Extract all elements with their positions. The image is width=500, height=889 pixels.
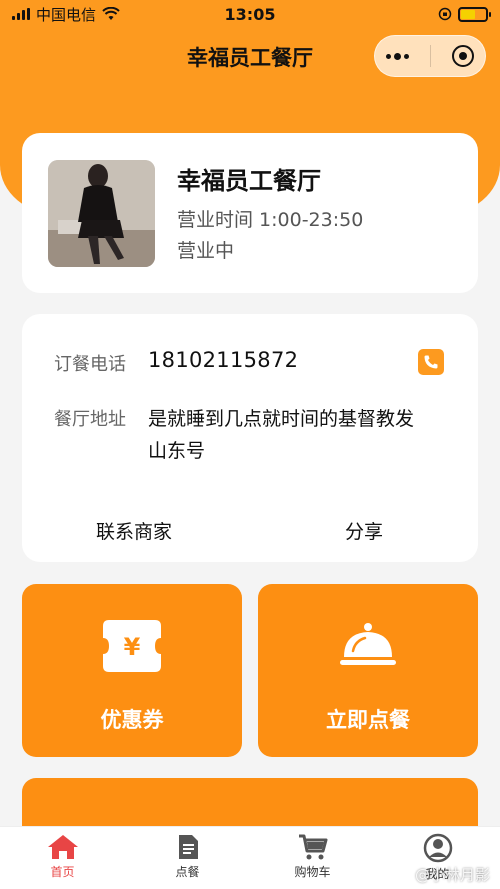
- address-label: 餐厅地址: [54, 409, 126, 430]
- capsule-divider: [429, 45, 431, 67]
- cart-icon: [298, 834, 327, 860]
- status-left: 中国电信: [12, 4, 120, 25]
- tab-cart[interactable]: 购物车: [250, 827, 375, 889]
- mini-program-capsule: [374, 35, 486, 77]
- share-button[interactable]: 分享: [345, 517, 383, 544]
- tab-home[interactable]: 首页: [0, 827, 125, 889]
- info-card: 订餐电话 18102115872 餐厅地址 是就睡到几点就时间的基督教发山东号 …: [22, 314, 478, 562]
- coupon-icon: ¥: [101, 616, 163, 676]
- tab-order[interactable]: 点餐: [125, 827, 250, 889]
- orientation-lock-icon: [438, 7, 452, 21]
- watermark: @小林月影: [414, 866, 490, 884]
- phone-icon: [424, 355, 438, 369]
- store-hours: 营业时间 1:00-23:50: [177, 209, 364, 231]
- tab-order-label: 点餐: [175, 865, 200, 879]
- status-bar: 中国电信 13:05: [0, 0, 500, 28]
- coupon-label: 优惠券: [100, 708, 164, 732]
- wifi-icon: [102, 7, 120, 20]
- order-now-label: 立即点餐: [326, 708, 410, 732]
- phone-label: 订餐电话: [54, 354, 126, 375]
- order-now-tile[interactable]: 立即点餐: [258, 584, 478, 757]
- call-button[interactable]: [418, 349, 444, 375]
- status-right: [438, 6, 491, 22]
- tab-home-label: 首页: [50, 865, 75, 879]
- home-icon: [47, 835, 78, 859]
- store-photo: [48, 160, 155, 267]
- user-icon: [423, 833, 452, 863]
- svg-text:¥: ¥: [124, 633, 141, 661]
- close-target-icon[interactable]: [452, 45, 475, 67]
- store-name: 幸福员工餐厅: [177, 167, 321, 195]
- carrier-label: 中国电信: [36, 5, 97, 24]
- store-card: 幸福员工餐厅 营业时间 1:00-23:50 营业中: [22, 133, 478, 293]
- store-status: 营业中: [177, 240, 235, 262]
- more-icon[interactable]: [385, 52, 409, 60]
- signal-icon: [12, 8, 30, 20]
- contact-merchant-button[interactable]: 联系商家: [96, 517, 172, 544]
- store-photo-image: [48, 160, 155, 267]
- menu-doc-icon: [178, 835, 198, 859]
- battery-icon: [458, 6, 491, 22]
- address-value: 是就睡到几点就时间的基督教发山东号: [148, 408, 415, 462]
- coupon-tile[interactable]: ¥ 优惠券: [22, 584, 242, 757]
- phone-number[interactable]: 18102115872: [148, 348, 298, 372]
- food-cloche-icon: [339, 616, 397, 676]
- tab-cart-label: 购物车: [294, 865, 331, 879]
- tab-bar: 首页 点餐 购物车 我的 @小林月影: [0, 826, 500, 889]
